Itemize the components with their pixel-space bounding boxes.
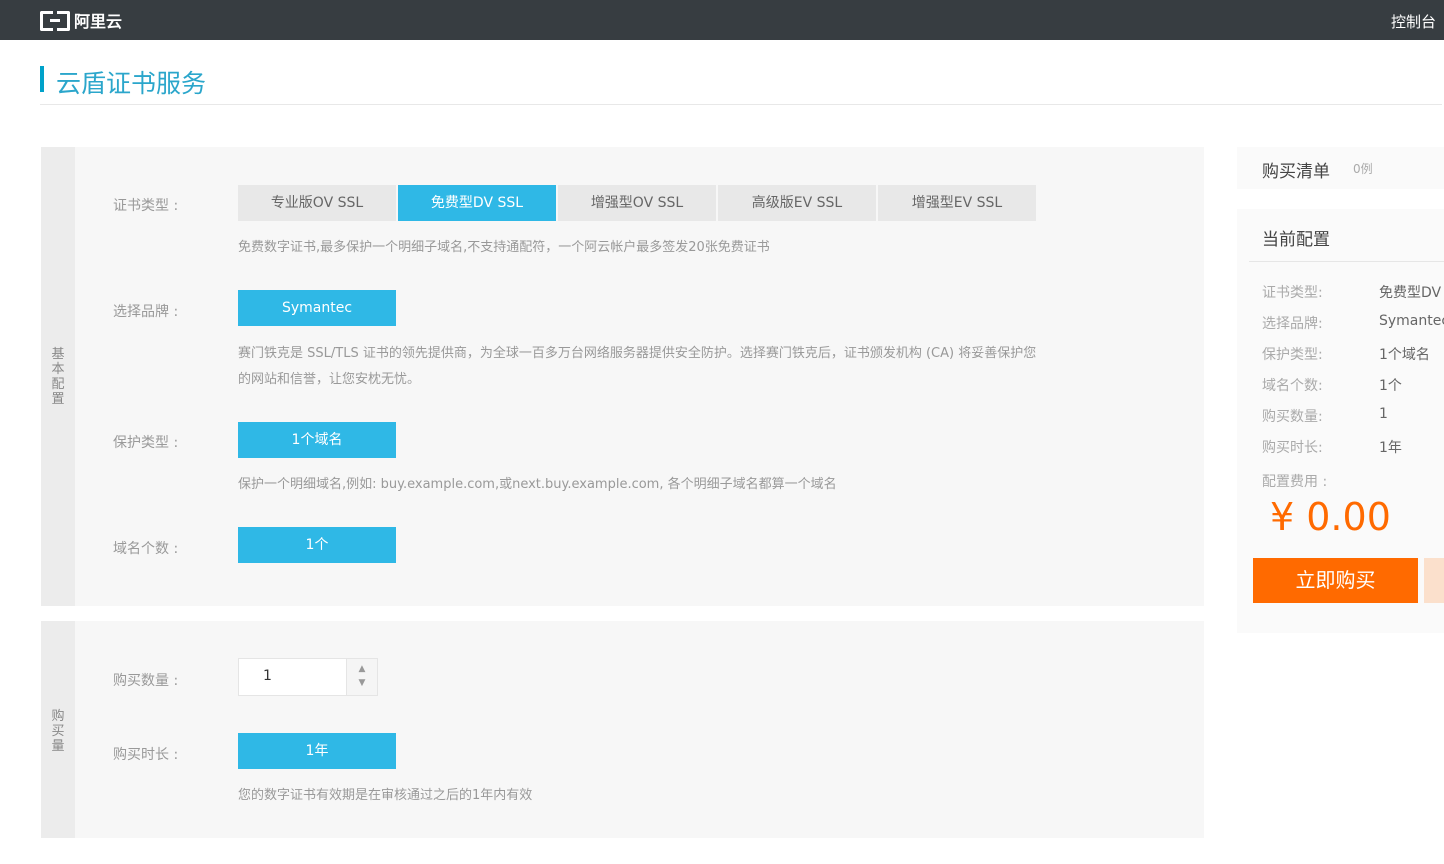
protect-type-description: 保护一个明细域名,例如: buy.example.com,或next.buy.e…: [238, 477, 837, 492]
top-navbar: 阿里云 控制台: [0, 0, 1444, 40]
basic-config-panel: 基本配置 证书类型 : 专业版OV SSL 免费型DV SSL 增强型OV SS…: [41, 147, 1204, 606]
aliyun-logo[interactable]: 阿里云: [40, 10, 123, 31]
config-item-value: 1: [1379, 406, 1388, 422]
basic-config-side: 基本配置: [41, 147, 75, 606]
cart-title[interactable]: 购买清单: [1262, 157, 1330, 182]
console-link[interactable]: 控制台: [1391, 11, 1436, 32]
cert-type-option-pro-ov[interactable]: 专业版OV SSL: [238, 185, 396, 221]
protect-type-option-one-domain[interactable]: 1个域名: [238, 422, 396, 458]
brand-option-symantec[interactable]: Symantec: [238, 290, 396, 326]
cert-type-option-enhanced-ev[interactable]: 增强型EV SSL: [878, 185, 1036, 221]
page-title: 云盾证书服务: [56, 69, 207, 98]
cert-type-option-free-dv[interactable]: 免费型DV SSL: [398, 185, 556, 221]
total-price: ¥ 0.00: [1270, 495, 1391, 539]
protect-type-label: 保护类型 :: [113, 435, 179, 451]
cert-type-option-advanced-ev[interactable]: 高级版EV SSL: [718, 185, 876, 221]
config-item-value: 1个域名: [1379, 347, 1430, 363]
config-item-label: 购买时长:: [1262, 440, 1323, 456]
config-item-label: 保护类型:: [1262, 347, 1323, 363]
brand-label: 选择品牌 :: [113, 304, 179, 320]
duration-option-1-year[interactable]: 1年: [238, 733, 396, 769]
secondary-action-button[interactable]: [1424, 558, 1444, 603]
config-divider: [1249, 261, 1444, 262]
cert-type-selector: 专业版OV SSL 免费型DV SSL 增强型OV SSL 高级版EV SSL …: [238, 185, 1036, 221]
quantity-input[interactable]: [239, 659, 343, 693]
cart-header: 购买清单 0例: [1237, 147, 1444, 189]
quantity-stepper-controls: ▲ ▼: [346, 659, 377, 695]
brand-description-line1: 赛门铁克是 SSL/TLS 证书的领先提供商，为全球一百多万台网络服务器提供安全…: [238, 346, 1037, 361]
cert-type-option-enhanced-ov[interactable]: 增强型OV SSL: [558, 185, 716, 221]
fee-label: 配置费用 :: [1262, 474, 1328, 490]
duration-description: 您的数字证书有效期是在审核通过之后的1年内有效: [238, 788, 533, 803]
config-item-value: 免费型DV SSL: [1379, 285, 1444, 301]
basic-config-section-label: 基本配置: [51, 347, 65, 407]
cert-type-label: 证书类型 :: [113, 198, 179, 214]
config-item-label: 选择品牌:: [1262, 316, 1323, 332]
cart-count: 0例: [1353, 162, 1373, 176]
title-divider: [40, 104, 1442, 105]
domain-count-option[interactable]: 1个: [238, 527, 396, 563]
domain-count-label: 域名个数 :: [113, 541, 179, 557]
increment-arrow-icon[interactable]: ▲: [355, 664, 369, 674]
logo-text: 阿里云: [74, 12, 123, 31]
config-item-value: Symantec: [1379, 313, 1444, 329]
buy-now-button[interactable]: 立即购买: [1253, 558, 1418, 603]
config-item-value: 1个: [1379, 378, 1402, 394]
config-title: 当前配置: [1262, 230, 1330, 250]
config-item-label: 域名个数:: [1262, 378, 1323, 394]
purchase-panel: 购买量 购买数量 : ▲ ▼ 购买时长 : 1年 您的数字证书有效期是在审核通过…: [41, 621, 1204, 838]
config-item-value: 1年: [1379, 440, 1402, 456]
cert-type-description: 免费数字证书,最多保护一个明细子域名,不支持通配符，一个阿云帐户最多签发20张免…: [238, 240, 770, 255]
decrement-arrow-icon[interactable]: ▼: [355, 678, 369, 688]
title-accent-bar: [40, 66, 44, 92]
quantity-label: 购买数量 :: [113, 673, 179, 689]
duration-label: 购买时长 :: [113, 747, 179, 763]
purchase-side: 购买量: [41, 621, 75, 838]
current-config-panel: 当前配置 证书类型: 免费型DV SSL 选择品牌: Symantec 保护类型…: [1237, 209, 1444, 633]
config-item-label: 购买数量:: [1262, 409, 1323, 425]
aliyun-logo-icon: [40, 11, 70, 31]
brand-description-line2: 的网站和信誉，让您安枕无忧。: [238, 372, 421, 387]
config-item-label: 证书类型:: [1262, 285, 1323, 301]
purchase-section-label: 购买量: [51, 709, 65, 754]
quantity-stepper: ▲ ▼: [238, 658, 378, 696]
